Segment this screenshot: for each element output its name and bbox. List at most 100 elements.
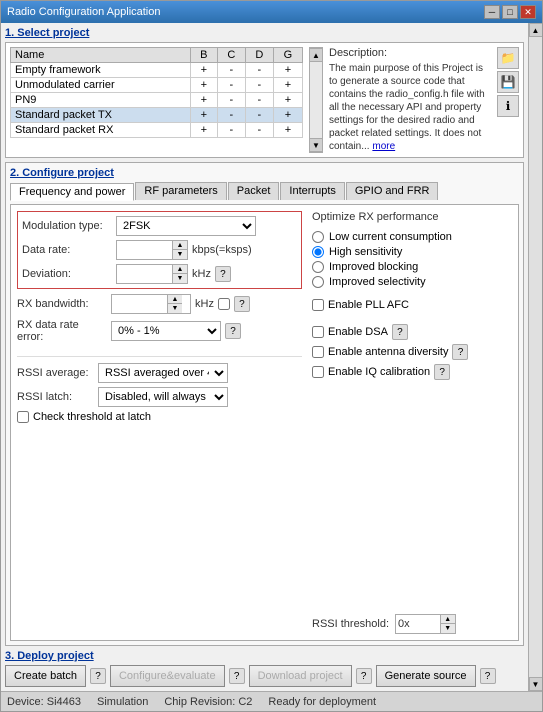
rx-bandwidth-row: RX bandwidth: Auto-Calc ▲ ▼ kHz bbox=[17, 294, 302, 314]
enable-dsa-checkbox[interactable] bbox=[312, 326, 324, 338]
table-row[interactable]: Standard packet RX + - - + bbox=[11, 123, 303, 138]
tab-frequency-power[interactable]: Frequency and power bbox=[10, 183, 134, 201]
rssi-latch-row: RSSI latch: Disabled, will always re Lat… bbox=[17, 387, 302, 407]
tab-packet[interactable]: Packet bbox=[228, 182, 280, 200]
enable-antenna-diversity-label: Enable antenna diversity bbox=[328, 346, 448, 358]
enable-antenna-diversity-checkbox[interactable] bbox=[312, 346, 324, 358]
deviation-value[interactable]: 5.000 bbox=[117, 265, 172, 283]
deviation-down[interactable]: ▼ bbox=[173, 274, 187, 283]
configure-project-header: 2. Configure project bbox=[10, 167, 519, 179]
enable-group: Enable DSA ? Enable antenna diversity ? bbox=[312, 324, 512, 380]
select-project-header: 1. Select project bbox=[5, 27, 524, 39]
status-chip-revision: Chip Revision: C2 bbox=[164, 696, 252, 708]
modulation-type-label: Modulation type: bbox=[22, 220, 112, 232]
create-batch-help-button[interactable]: ? bbox=[90, 668, 106, 684]
info-icon[interactable]: ℹ bbox=[497, 95, 519, 117]
rx-data-rate-error-row: RX data rate error: 0% - 1% 1% - 2% ? bbox=[17, 319, 302, 343]
main-scrollbar[interactable]: ▲ ▼ bbox=[528, 23, 542, 691]
rx-bandwidth-help-button[interactable]: ? bbox=[234, 296, 250, 312]
data-rate-label: Data rate: bbox=[22, 244, 112, 256]
table-row[interactable]: Standard packet TX + - - + bbox=[11, 108, 303, 123]
data-rate-value[interactable]: 1.200 bbox=[117, 241, 172, 259]
enable-dsa-help-button[interactable]: ? bbox=[392, 324, 408, 340]
data-rate-input[interactable]: 1.200 ▲ ▼ bbox=[116, 240, 188, 260]
status-bar: Device: Si4463 Simulation Chip Revision:… bbox=[1, 691, 542, 711]
select-project-section: 1. Select project Name B C D G bbox=[5, 27, 524, 158]
rx-bandwidth-input[interactable]: Auto-Calc ▲ ▼ bbox=[111, 294, 191, 314]
rx-bandwidth-up[interactable]: ▲ bbox=[168, 295, 182, 304]
tab-rf-parameters[interactable]: RF parameters bbox=[135, 182, 226, 200]
rssi-latch-select[interactable]: Disabled, will always re Latch on sync d… bbox=[98, 387, 228, 407]
deviation-up[interactable]: ▲ bbox=[173, 265, 187, 274]
configure-evaluate-button[interactable]: Configure&evaluate bbox=[110, 665, 225, 687]
minimize-button[interactable]: ─ bbox=[484, 5, 500, 19]
data-rate-up[interactable]: ▲ bbox=[173, 241, 187, 250]
restore-button[interactable]: □ bbox=[502, 5, 518, 19]
optimize-radio-high-sensitivity[interactable] bbox=[312, 246, 324, 258]
scroll-down-btn[interactable]: ▼ bbox=[309, 138, 323, 152]
check-threshold-checkbox[interactable] bbox=[17, 411, 29, 423]
deviation-label: Deviation: bbox=[22, 268, 112, 280]
download-project-help-button[interactable]: ? bbox=[356, 668, 372, 684]
enable-iq-calibration-checkbox[interactable] bbox=[312, 366, 324, 378]
optimize-radio-improved-blocking[interactable] bbox=[312, 261, 324, 273]
data-rate-unit: kbps(=ksps) bbox=[192, 244, 252, 256]
rssi-section: RSSI average: RSSI averaged over 4 RSSI … bbox=[17, 354, 302, 423]
rssi-average-select[interactable]: RSSI averaged over 4 RSSI averaged over … bbox=[98, 363, 228, 383]
status-device: Device: Si4463 bbox=[7, 696, 81, 708]
save-icon[interactable]: 💾 bbox=[497, 71, 519, 93]
optimize-radio-improved-selectivity[interactable] bbox=[312, 276, 324, 288]
row-name: PN9 bbox=[11, 93, 191, 108]
deviation-help-button[interactable]: ? bbox=[215, 266, 231, 282]
rssi-threshold-up[interactable]: ▲ bbox=[441, 615, 455, 624]
tab-gpio-frr[interactable]: GPIO and FRR bbox=[346, 182, 439, 200]
enable-dsa-row: Enable DSA ? bbox=[312, 324, 512, 340]
pll-afc-checkbox[interactable] bbox=[312, 299, 324, 311]
rssi-threshold-down[interactable]: ▼ bbox=[441, 624, 455, 633]
rx-data-rate-error-help-button[interactable]: ? bbox=[225, 323, 241, 339]
enable-antenna-diversity-help-button[interactable]: ? bbox=[452, 344, 468, 360]
modulation-type-row: Modulation type: 2FSK GFSK OOK bbox=[22, 216, 297, 236]
rssi-threshold-value[interactable]: FF bbox=[412, 615, 440, 633]
row-name: Empty framework bbox=[11, 63, 191, 78]
data-rate-down[interactable]: ▼ bbox=[173, 250, 187, 259]
modulation-type-select[interactable]: 2FSK GFSK OOK bbox=[116, 216, 256, 236]
table-row[interactable]: Empty framework + - - + bbox=[11, 63, 303, 78]
enable-iq-calibration-help-button[interactable]: ? bbox=[434, 364, 450, 380]
deviation-row: Deviation: 5.000 ▲ ▼ kHz bbox=[22, 264, 297, 284]
window-title: Radio Configuration Application bbox=[7, 6, 161, 18]
optimize-radio-low-current[interactable] bbox=[312, 231, 324, 243]
optimize-low-current: Low current consumption bbox=[312, 231, 512, 243]
create-batch-button[interactable]: Create batch bbox=[5, 665, 86, 687]
table-row[interactable]: PN9 + - - + bbox=[11, 93, 303, 108]
check-threshold-row: Check threshold at latch bbox=[17, 411, 302, 423]
close-button[interactable]: ✕ bbox=[520, 5, 536, 19]
optimize-label: Optimize RX performance bbox=[312, 211, 512, 223]
table-row[interactable]: Unmodulated carrier + - - + bbox=[11, 78, 303, 93]
tab-bar: Frequency and power RF parameters Packet… bbox=[10, 182, 519, 200]
generate-source-help-button[interactable]: ? bbox=[480, 668, 496, 684]
deviation-input[interactable]: 5.000 ▲ ▼ bbox=[116, 264, 188, 284]
folder-icon[interactable]: 📁 bbox=[497, 47, 519, 69]
col-name: Name bbox=[11, 48, 191, 63]
main-scroll-down[interactable]: ▼ bbox=[529, 677, 543, 691]
scroll-up-btn[interactable]: ▲ bbox=[309, 48, 323, 62]
rx-bandwidth-value[interactable]: Auto-Calc bbox=[112, 295, 167, 313]
enable-iq-calibration-label: Enable IQ calibration bbox=[328, 366, 430, 378]
table-scrollbar[interactable]: ▲ ▼ bbox=[309, 47, 323, 153]
download-project-button[interactable]: Download project bbox=[249, 665, 352, 687]
configure-evaluate-help-button[interactable]: ? bbox=[229, 668, 245, 684]
more-link[interactable]: more bbox=[372, 141, 395, 152]
rssi-threshold-label: RSSI threshold: bbox=[312, 618, 389, 630]
rx-bandwidth-down[interactable]: ▼ bbox=[168, 304, 182, 313]
tab-interrupts[interactable]: Interrupts bbox=[280, 182, 344, 200]
rssi-threshold-input[interactable]: 0x FF ▲ ▼ bbox=[395, 614, 456, 634]
row-name: Standard packet RX bbox=[11, 123, 191, 138]
optimize-label-improved-selectivity: Improved selectivity bbox=[329, 276, 426, 288]
project-section: Name B C D G Empty framework bbox=[5, 42, 524, 158]
generate-source-button[interactable]: Generate source bbox=[376, 665, 476, 687]
rx-bandwidth-checkbox[interactable] bbox=[218, 298, 230, 310]
main-scroll-up[interactable]: ▲ bbox=[529, 23, 543, 37]
rssi-average-label: RSSI average: bbox=[17, 367, 92, 379]
rx-data-rate-error-select[interactable]: 0% - 1% 1% - 2% bbox=[111, 321, 221, 341]
